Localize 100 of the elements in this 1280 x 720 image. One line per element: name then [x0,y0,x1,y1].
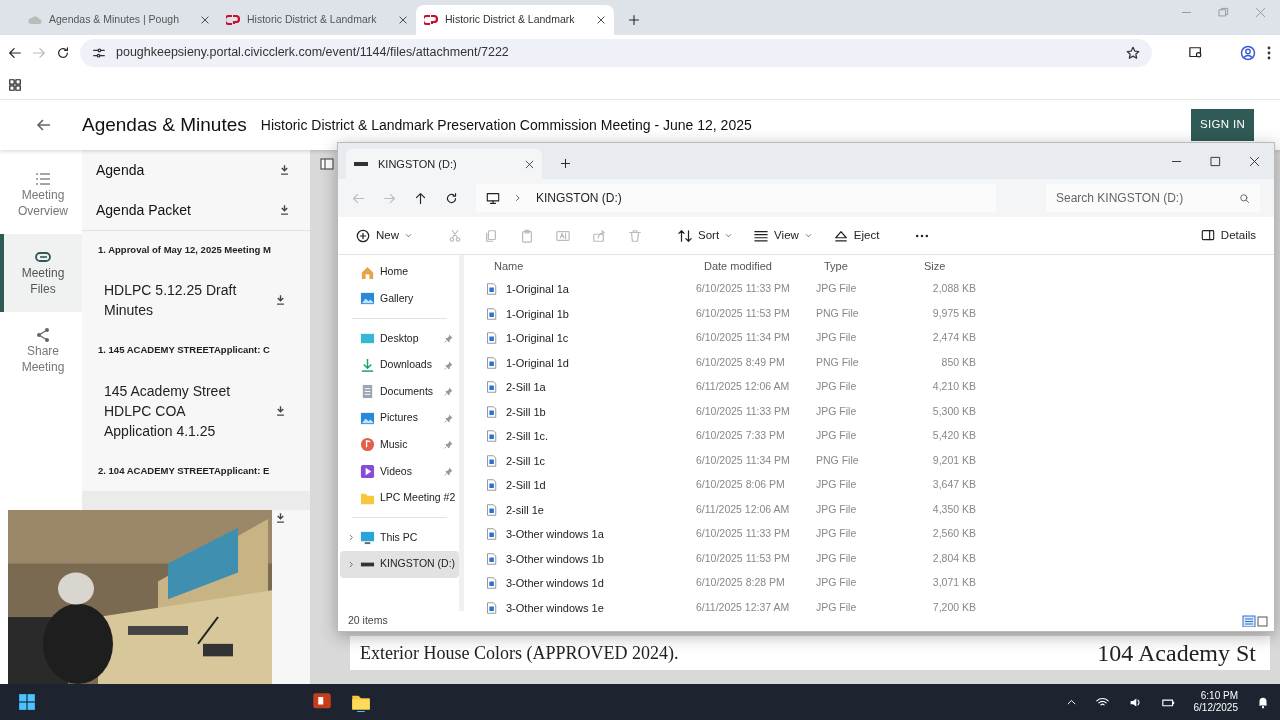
close-icon[interactable] [525,159,534,169]
close-icon[interactable] [398,15,408,25]
details-button[interactable]: Details [1192,222,1264,249]
file-name[interactable]: 2-sill 1e [506,501,544,518]
nav-pane-item[interactable]: This PC [340,524,459,551]
address-bar[interactable]: KINGSTON (D:) [476,184,996,212]
column-header[interactable]: Type [816,257,916,275]
download-icon[interactable] [275,405,286,418]
eject-button[interactable]: Eject [825,222,888,249]
column-header[interactable]: Size [916,257,976,275]
file-name[interactable]: 1-Original 1a [506,281,569,298]
table-cell-text: 2,804 KB [931,550,976,566]
table-cell-text: 3,647 KB [931,477,976,493]
table-cell-text: 9,201 KB [931,452,976,468]
maximize-icon[interactable] [1210,155,1221,167]
file-link[interactable]: Agenda [82,150,310,190]
list-view-icon [754,228,769,243]
chevron-right-icon [348,559,355,569]
browser-tab[interactable]: Historic District & Landmark [218,5,416,35]
share-icon [35,326,51,343]
search-icon [1239,192,1250,204]
file-name[interactable]: 2-Sill 1d [506,477,546,494]
refresh-icon[interactable] [445,191,458,205]
view-button[interactable]: View [746,222,820,249]
bookmark-star-icon[interactable] [1126,45,1140,60]
explorer-tab[interactable]: KINGSTON (D:) [346,149,542,179]
start-icon[interactable] [18,693,36,711]
details-view-icon[interactable] [1242,615,1268,627]
table-cell-text: JPG File [816,403,858,419]
file-name[interactable]: 2-Sill 1c. [506,428,549,445]
file-link[interactable]: Agenda Packet [82,190,310,230]
column-header[interactable]: Name [486,257,696,275]
agenda-item-heading: 1. 145 ACADEMY STREETApplicant: C [97,343,271,358]
site-settings-icon[interactable] [92,45,106,60]
file-item[interactable]: 145 Academy Street HDLPC COA Application 4.1.25 [82,370,310,452]
file-name[interactable]: 1-Original 1d [506,354,569,371]
new-button[interactable]: New [348,222,420,249]
nav-pane-item[interactable]: KINGSTON (D:) [340,550,459,578]
file-name[interactable]: 2-Sill 1c [506,452,546,469]
image-file-icon [486,576,498,591]
cloud-icon [28,15,42,25]
clock[interactable]: 6:10 PM 6/12/2025 [1193,689,1238,715]
monitor-icon [486,191,500,205]
back-icon[interactable] [8,45,22,60]
table-cell-text: JPG File [816,550,858,566]
site-logo-icon [424,15,438,25]
new-tab-icon[interactable] [628,14,640,26]
up-icon[interactable] [414,191,427,205]
file-name[interactable]: 2-Sill 1a [506,379,546,396]
column-header[interactable]: Date modified [696,257,816,275]
nav-pane-item[interactable]: LPC Meeting #2 [340,484,459,512]
file-name[interactable]: 3-Other windows 1a [506,526,604,543]
new-tab-icon[interactable] [560,158,571,169]
sort-button[interactable]: Sort [670,222,741,249]
search-field[interactable]: Search KINGSTON (D:) [1046,184,1260,212]
site-logo-icon [226,15,240,25]
download-icon[interactable] [279,164,290,176]
file-name[interactable]: 3-Other windows 1e [506,599,604,616]
sidebar-nav-item[interactable]: Share Meeting [0,312,82,390]
file-name[interactable]: 2-Sill 1b [506,403,546,420]
file-name[interactable]: 1-Original 1b [506,305,569,322]
download-icon[interactable] [279,204,290,216]
sidebar-toggle-icon[interactable] [320,158,334,170]
file-name[interactable]: 1-Original 1c [506,330,569,347]
notification-bell-icon[interactable] [1256,695,1270,709]
sign-in-button[interactable]: SIGN IN [1191,109,1254,141]
back-icon[interactable] [36,117,52,133]
scissors-icon [448,228,462,243]
close-icon[interactable] [1249,155,1260,167]
document-text: 104 Academy St [1097,639,1256,668]
table-cell-text: 2,560 KB [931,526,976,542]
apps-grid-icon[interactable] [8,77,22,92]
caret-icon [804,232,812,239]
download-icon[interactable] [275,512,286,525]
image-file-icon [486,355,498,370]
profile-icon[interactable] [1240,44,1256,61]
file-name[interactable]: 3-Other windows 1d [506,575,604,592]
browser-tab[interactable]: Historic District & Landmark [416,5,614,35]
nav-pane-item[interactable]: Videos [340,458,459,485]
nav-pane-item[interactable]: Home [340,259,459,286]
nav-pane-item[interactable]: Documents [340,378,459,405]
table-cell-text: 6/10/2025 11:34 PM [696,330,791,346]
download-icon[interactable] [275,294,286,307]
nav-pane-item[interactable]: Desktop [340,325,459,352]
address-bar[interactable]: poughkeepsieny.portal.civicclerk.com/event/1144/files/attachment/7222 [80,38,1152,67]
nav-pane-item[interactable]: Music [340,431,459,459]
close-icon[interactable] [596,15,606,25]
download-icon [360,357,375,373]
nav-pane-item[interactable]: Pictures [340,404,459,432]
nav-pane-item[interactable]: Gallery [340,285,459,313]
nav-pane-item[interactable]: Downloads [340,351,459,379]
close-icon[interactable] [200,15,210,25]
file-name[interactable]: 3-Other windows 1b [506,550,604,567]
sidebar-nav-item[interactable]: Meeting Overview [0,156,82,234]
reload-icon[interactable] [56,45,70,60]
file-item[interactable]: HDLPC 5.12.25 Draft Minutes [82,270,310,331]
browser-tab[interactable]: Agendas & Minutes | Pough [20,5,218,35]
sidebar-nav-item[interactable]: Meeting Files [0,234,82,312]
lens-icon[interactable] [1188,45,1204,60]
menu-icon[interactable] [1266,44,1272,61]
